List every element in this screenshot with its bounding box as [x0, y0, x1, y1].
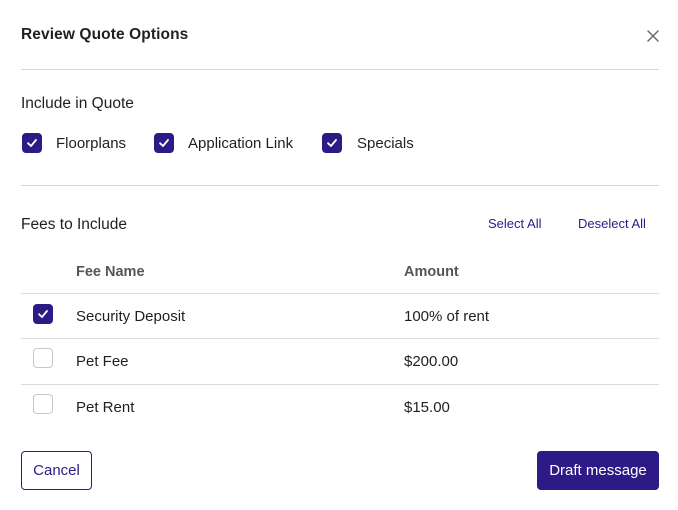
table-row-divider	[21, 384, 659, 385]
checkmark-icon	[159, 139, 169, 147]
draft-message-button[interactable]: Draft message	[537, 451, 659, 490]
close-icon[interactable]	[644, 27, 662, 45]
include-section-title: Include in Quote	[21, 95, 134, 112]
table-header-divider	[21, 293, 659, 294]
deselect-all-link[interactable]: Deselect All	[578, 216, 646, 231]
checkmark-icon	[27, 139, 37, 147]
floorplans-checkbox[interactable]	[22, 133, 42, 153]
specials-checkbox[interactable]	[322, 133, 342, 153]
column-header-fee-name: Fee Name	[76, 264, 145, 280]
cancel-button[interactable]: Cancel	[21, 451, 92, 490]
fee-name-cell: Pet Rent	[76, 399, 135, 416]
header-divider	[21, 69, 659, 70]
checkmark-icon	[327, 139, 337, 147]
floorplans-label: Floorplans	[56, 135, 127, 152]
security-deposit-checkbox[interactable]	[33, 304, 53, 324]
dialog-title: Review Quote Options	[21, 26, 189, 43]
fee-name-cell: Security Deposit	[76, 308, 186, 325]
pet-fee-checkbox[interactable]	[33, 348, 53, 368]
column-header-amount: Amount	[404, 264, 459, 280]
select-all-link[interactable]: Select All	[488, 216, 541, 231]
section-divider	[21, 185, 659, 186]
table-row-divider	[21, 338, 659, 339]
application-link-label: Application Link	[188, 135, 294, 152]
pet-rent-checkbox[interactable]	[33, 394, 53, 414]
specials-label: Specials	[357, 135, 414, 152]
fee-amount-cell: $15.00	[404, 399, 450, 416]
checkmark-icon	[38, 310, 48, 318]
fee-amount-cell: $200.00	[404, 353, 459, 370]
fee-name-cell: Pet Fee	[76, 353, 129, 370]
application-link-checkbox[interactable]	[154, 133, 174, 153]
review-quote-dialog: Review Quote Options Include in Quote Fl…	[0, 0, 678, 510]
fees-section-title: Fees to Include	[21, 216, 127, 233]
fee-amount-cell: 100% of rent	[404, 308, 490, 325]
